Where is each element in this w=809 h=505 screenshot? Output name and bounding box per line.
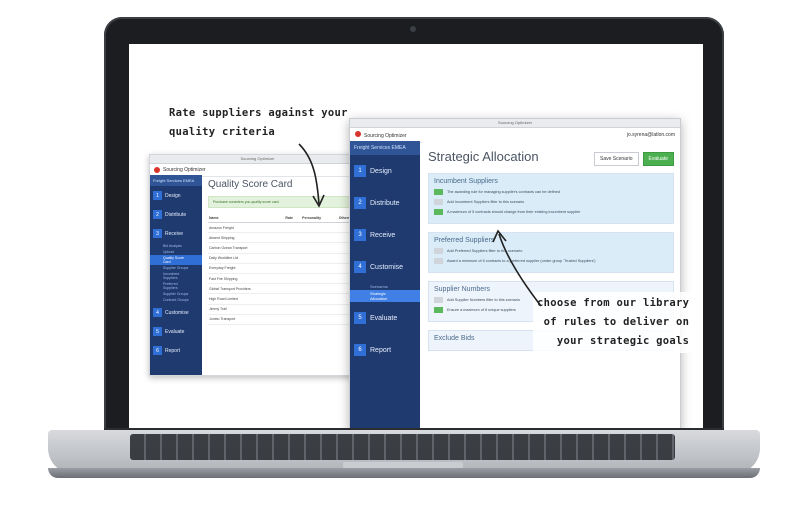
arrow-line — [498, 233, 542, 307]
annotation-arrows — [298, 143, 542, 307]
screen: Rate suppliers against your quality crit… — [129, 44, 703, 428]
laptop-base-lip — [48, 468, 760, 478]
webcam-icon — [410, 26, 416, 32]
keyboard — [130, 434, 675, 460]
arrow-line — [298, 143, 320, 205]
